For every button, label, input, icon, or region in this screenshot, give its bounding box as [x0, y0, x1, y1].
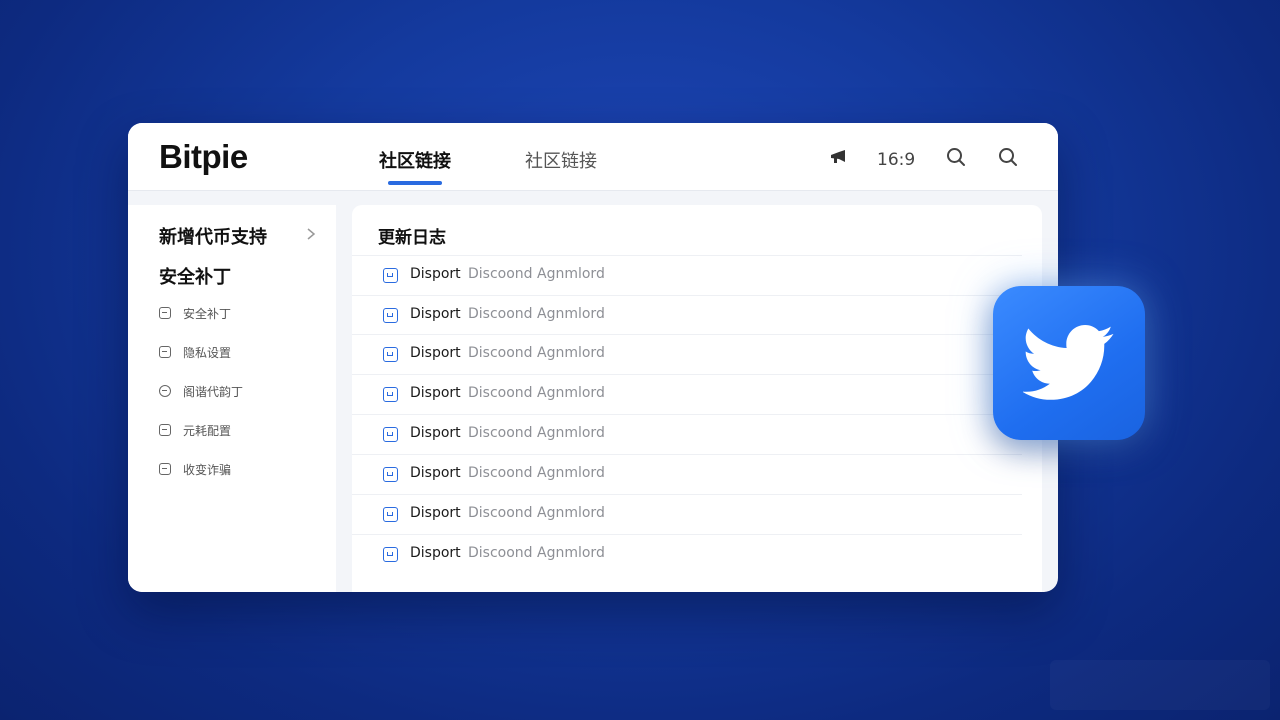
- document-icon: [383, 347, 398, 362]
- top-bar: Bitpie 社区链接 社区链接 16:9: [128, 123, 1058, 191]
- document-icon: [383, 308, 398, 323]
- aspect-label: 16:9: [877, 150, 916, 170]
- list-item-title: Disport: [410, 425, 461, 441]
- document-icon: [383, 467, 398, 482]
- list-item[interactable]: Disport Discoond Agnmlord: [352, 534, 1022, 574]
- list-item-title: Disport: [410, 385, 461, 401]
- sidebar-item-third[interactable]: 阁谐代韵丁: [159, 381, 243, 401]
- list-item-title: Disport: [410, 306, 461, 322]
- sidebar-item-label: 元耗配置: [183, 423, 232, 438]
- document-icon: [383, 387, 398, 402]
- sidebar-item-config[interactable]: 元耗配置: [159, 420, 231, 440]
- sidebar-item-label: 收变诈骗: [183, 462, 232, 477]
- list-item[interactable]: Disport Discoond Agnmlord: [352, 374, 1022, 414]
- app-logo: Bitpie: [159, 138, 248, 175]
- search-icon[interactable]: [946, 147, 966, 167]
- sidebar-item-security-patch[interactable]: 安全补丁: [159, 303, 231, 323]
- sidebar-item-label: 隐私设置: [183, 345, 232, 360]
- list-item[interactable]: Disport Discoond Agnmlord: [352, 255, 1022, 295]
- twitter-bird-icon: [1023, 325, 1114, 400]
- sidebar-item-scam[interactable]: 收变诈骗: [159, 459, 231, 479]
- sidebar-item-label: 阁谐代韵丁: [183, 384, 244, 399]
- document-icon: [383, 268, 398, 283]
- list-item-subtitle: Discoond Agnmlord: [468, 345, 605, 361]
- search-icon-secondary[interactable]: [998, 147, 1018, 167]
- tab-community-links[interactable]: 社区链接: [379, 147, 451, 173]
- square-icon: [159, 307, 171, 319]
- list-item[interactable]: Disport Discoond Agnmlord: [352, 454, 1022, 494]
- sidebar-item-label: 安全补丁: [183, 306, 232, 321]
- page-title: 更新日志: [378, 228, 446, 248]
- list-item-title: Disport: [410, 545, 461, 561]
- list-item-subtitle: Discoond Agnmlord: [468, 306, 605, 322]
- circle-icon: [159, 385, 171, 397]
- chevron-right-icon[interactable]: [305, 227, 317, 241]
- app-window: Bitpie 社区链接 社区链接 16:9 新增代币支持 安全补丁 安全补丁 隐…: [128, 123, 1058, 592]
- list-item-subtitle: Discoond Agnmlord: [468, 545, 605, 561]
- square-icon: [159, 424, 171, 436]
- list-item-subtitle: Discoond Agnmlord: [468, 385, 605, 401]
- document-icon: [383, 507, 398, 522]
- square-icon: [159, 346, 171, 358]
- sidebar-section-new-tokens[interactable]: 新增代币支持: [159, 223, 267, 249]
- active-tab-indicator: [388, 181, 442, 185]
- list-item-subtitle: Discoond Agnmlord: [468, 465, 605, 481]
- document-icon: [383, 427, 398, 442]
- watermark: [1050, 660, 1270, 710]
- list-item-subtitle: Discoond Agnmlord: [468, 266, 605, 282]
- list-item[interactable]: Disport Discoond Agnmlord: [352, 414, 1022, 454]
- sidebar: 新增代币支持 安全补丁 安全补丁 隐私设置 阁谐代韵丁 元耗配置 收变诈骗: [128, 205, 336, 592]
- list-item-title: Disport: [410, 505, 461, 521]
- megaphone-icon[interactable]: [829, 147, 849, 167]
- sidebar-item-privacy[interactable]: 隐私设置: [159, 342, 231, 362]
- list-item-title: Disport: [410, 465, 461, 481]
- changelog-panel: 更新日志 Disport Discoond Agnmlord Disport D…: [352, 205, 1042, 592]
- list-item-subtitle: Discoond Agnmlord: [468, 425, 605, 441]
- twitter-badge[interactable]: [993, 286, 1145, 440]
- list-item-title: Disport: [410, 345, 461, 361]
- list-item-title: Disport: [410, 266, 461, 282]
- document-icon: [383, 547, 398, 562]
- tab-community-links-2[interactable]: 社区链接: [525, 147, 597, 173]
- sidebar-section-security-patch[interactable]: 安全补丁: [159, 263, 231, 289]
- square-icon: [159, 463, 171, 475]
- list-item[interactable]: Disport Discoond Agnmlord: [352, 334, 1022, 374]
- list-item[interactable]: Disport Discoond Agnmlord: [352, 295, 1022, 335]
- list-item-subtitle: Discoond Agnmlord: [468, 505, 605, 521]
- list-item[interactable]: Disport Discoond Agnmlord: [352, 494, 1022, 534]
